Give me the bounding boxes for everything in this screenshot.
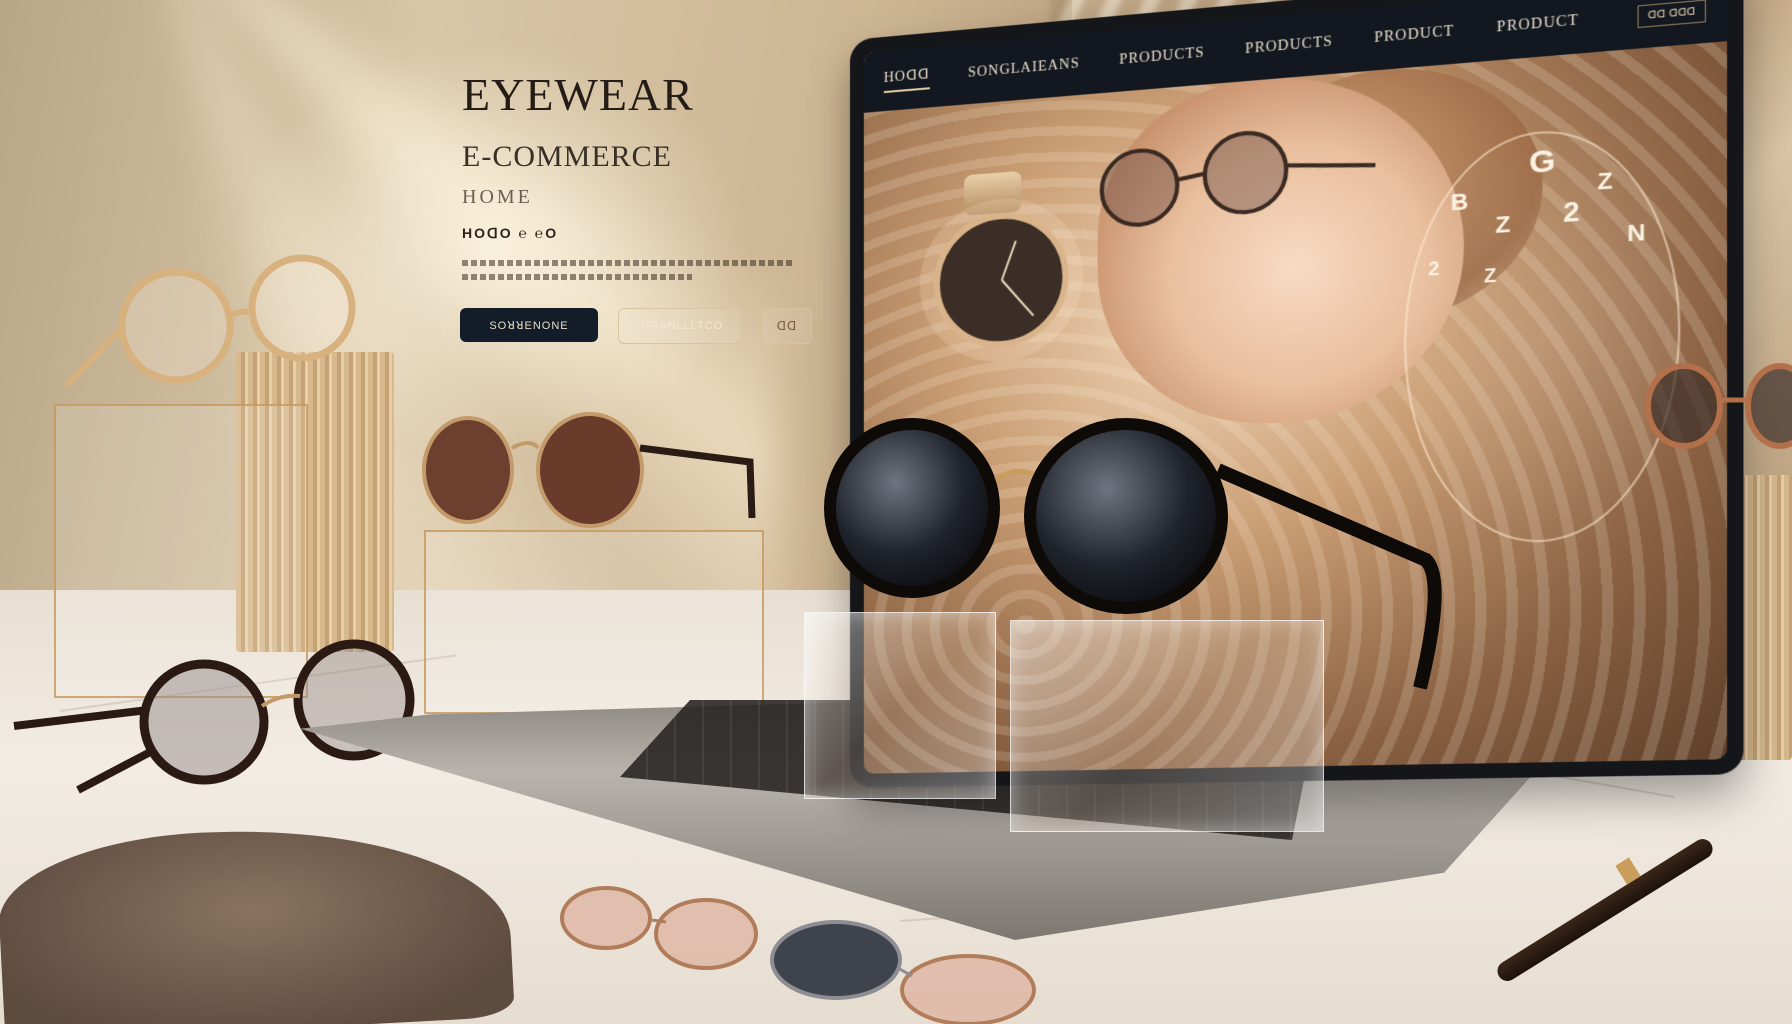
icon-button[interactable]: ꓷꓷ [762, 308, 812, 344]
hero-home-label: HOME [462, 186, 533, 208]
nav-action-button[interactable]: ꓷꓷ ꓷꓷꓷ [1637, 0, 1706, 28]
glass-display-box [424, 530, 764, 714]
watch-crown [964, 170, 1022, 216]
watch-hour-hand [1000, 240, 1017, 281]
gold-frame-glasses [63, 254, 356, 389]
hero-text: EYEWEAR E-COMMERCE HOME HOꓷO ℮ ℮O [462, 69, 792, 280]
dial-glyph: 2 [1428, 257, 1440, 280]
secondary-cta-button[interactable]: GIRANLLLTCO [618, 308, 742, 344]
watch-minute-hand [1001, 279, 1035, 317]
dial-glyph: B [1450, 187, 1469, 216]
hero-tagline: HOꓷO ℮ ℮O [462, 225, 559, 241]
hero-buttons: SOꓤꓤENONE GIRANLLLTCO ꓷꓷ [460, 308, 812, 344]
dial-glyph: Z [1597, 166, 1613, 195]
nav-product-2[interactable]: PRODUCT [1497, 13, 1579, 37]
nav-sunglasses[interactable]: SONGLAIEANS [968, 56, 1080, 82]
hero-subtitle: E-COMMERCE [462, 140, 673, 173]
nav-product-1[interactable]: PRODUCT [1374, 24, 1454, 48]
primary-cta-button[interactable]: SOꓤꓤENONE [460, 308, 598, 342]
dial-glyph: G [1529, 143, 1556, 181]
product-scene: EYEWEAR E-COMMERCE HOME HOꓷO ℮ ℮O SOꓤꓤEN… [0, 0, 1792, 1024]
tortoise-frame-glasses [13, 639, 415, 794]
nav-products-1[interactable]: PRODUCTS [1119, 45, 1204, 69]
nav-home[interactable]: HOꓷꓷ [883, 65, 930, 93]
dial-glyph: 2 [1563, 195, 1580, 229]
dial-glyph: Z [1495, 210, 1511, 239]
dial-glyph: Z [1484, 264, 1497, 287]
hero-body-line [462, 260, 792, 266]
hero-body-line [462, 274, 692, 280]
amber-frame-glasses [1645, 363, 1792, 449]
featured-black-sunglasses [824, 418, 1442, 690]
brown-round-sunglasses [422, 412, 756, 528]
hero-title: EYEWEAR [462, 69, 694, 120]
nav-products-2[interactable]: PRODUCTS [1245, 34, 1333, 58]
rose-gold-aviators [560, 886, 1036, 1024]
dial-glyph: N [1627, 218, 1646, 247]
